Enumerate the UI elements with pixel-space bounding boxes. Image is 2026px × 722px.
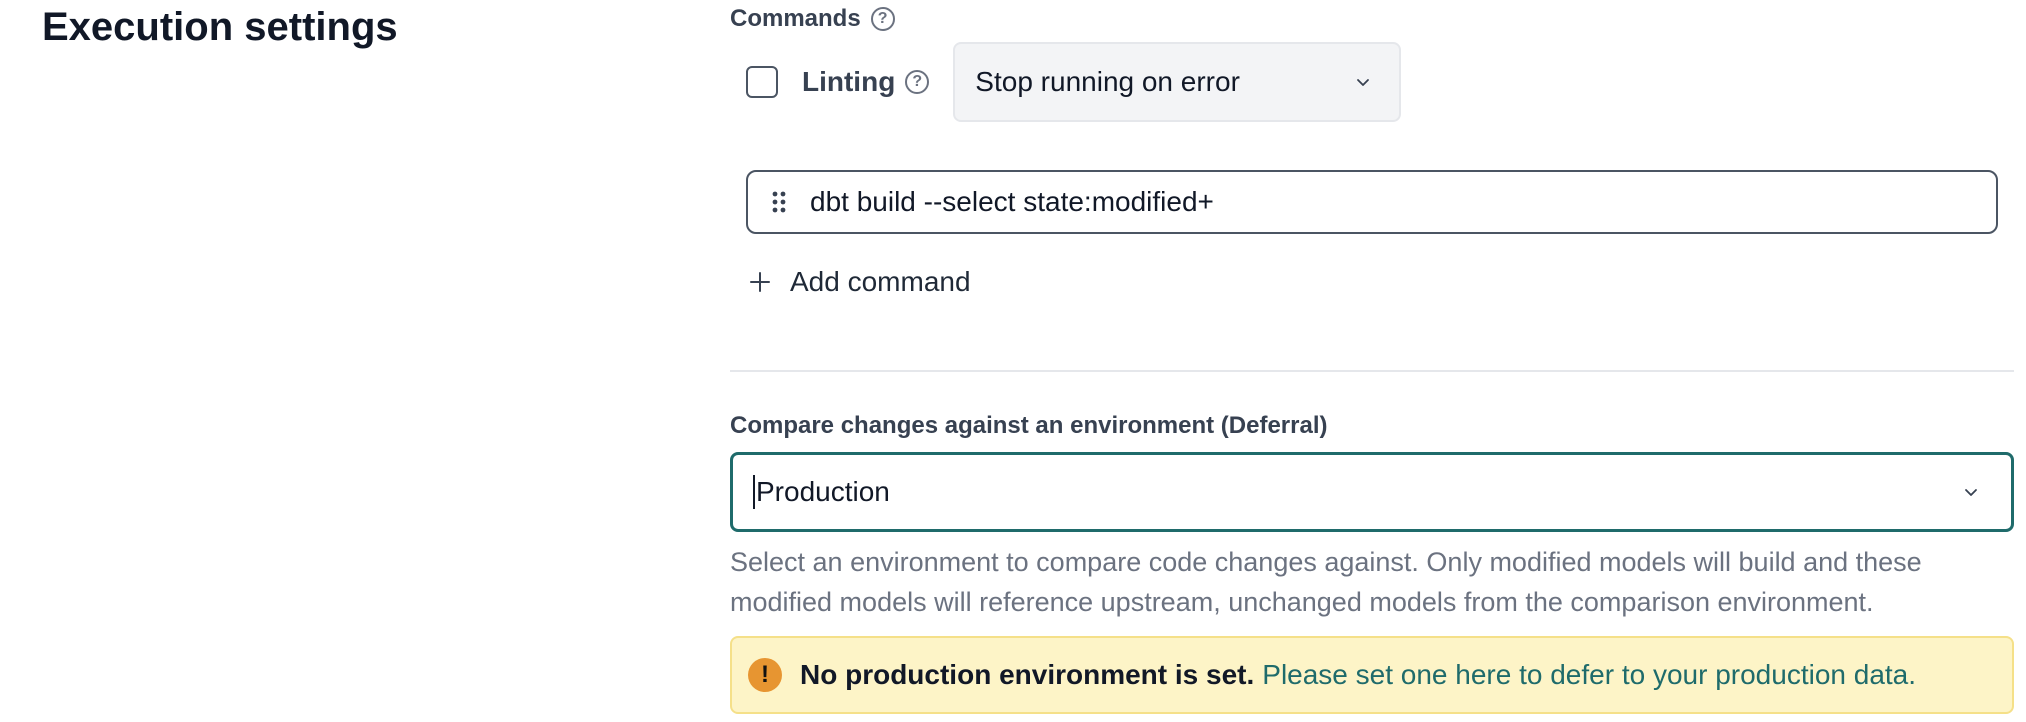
linting-checkbox[interactable]: [746, 66, 778, 98]
chevron-down-icon: [1357, 79, 1370, 86]
linting-row: Linting ? Stop running on error: [746, 42, 1402, 122]
section-title: Execution settings: [42, 5, 398, 49]
commands-label: Commands: [730, 5, 861, 32]
linting-label: Linting: [802, 66, 896, 97]
question-circle-icon[interactable]: ?: [905, 70, 930, 94]
text-caret: [753, 475, 755, 509]
execution-settings-page: Execution settings Commands ? Linting ? …: [0, 0, 2026, 722]
warning-banner: ! No production environment is set. Plea…: [730, 636, 2014, 714]
on-error-select-value: Stop running on error: [975, 66, 1240, 97]
commands-header: Commands ?: [730, 2, 895, 36]
deferral-label: Compare changes against an environment (…: [730, 412, 1328, 439]
command-input[interactable]: dbt build --select state:modified+: [746, 170, 1998, 234]
plus-icon: [750, 272, 770, 292]
exclamation-circle-icon: !: [748, 658, 782, 692]
deferral-help-text: Select an environment to compare code ch…: [730, 547, 1922, 617]
question-circle-icon[interactable]: ?: [870, 7, 895, 31]
command-text: dbt build --select state:modified+: [810, 186, 1214, 217]
divider: [730, 370, 2014, 372]
add-command-button[interactable]: Add command: [748, 262, 971, 302]
deferral-select-value-wrapper: Production: [753, 475, 890, 509]
chevron-down-icon: [1965, 489, 1977, 496]
warning-link[interactable]: Please set one here to defer to your pro…: [1262, 659, 1916, 691]
add-command-label: Add command: [790, 266, 971, 297]
drag-handle-icon[interactable]: [770, 190, 788, 214]
warning-strong-text: No production environment is set.: [800, 659, 1255, 690]
deferral-select-value: Production: [756, 476, 890, 507]
deferral-environment-select[interactable]: Production: [730, 452, 2014, 532]
on-error-select[interactable]: Stop running on error: [953, 42, 1402, 122]
